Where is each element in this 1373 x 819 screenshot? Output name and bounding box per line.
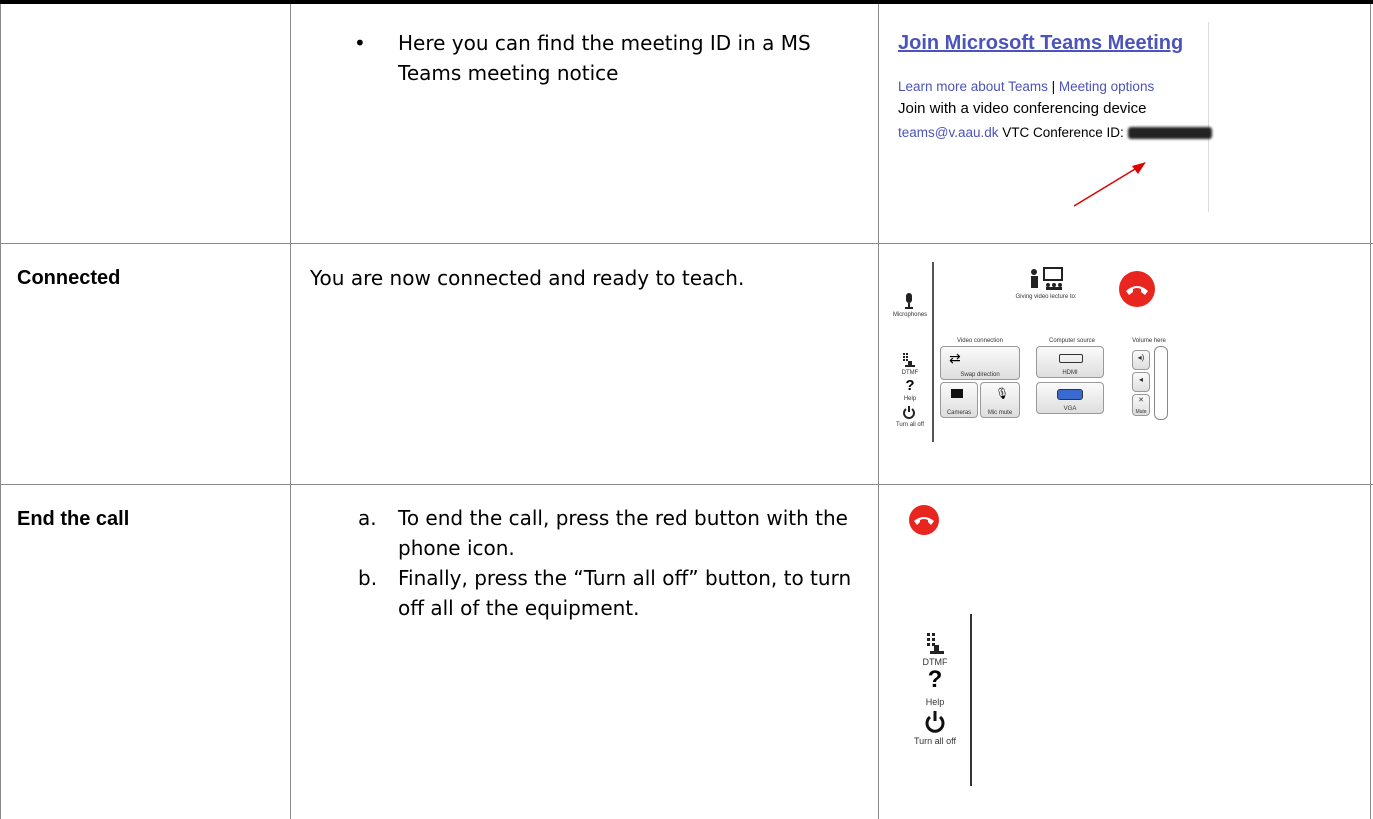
panel-divider — [932, 262, 934, 442]
row-label-end-call: End the call — [17, 508, 130, 530]
turn-all-off-label: Turn all off — [895, 422, 924, 428]
power-icon[interactable] — [924, 710, 946, 734]
teams-join-link[interactable]: Join Microsoft Teams Meeting — [898, 32, 1183, 55]
dtmf-keypad-icon[interactable] — [902, 352, 916, 368]
teams-links-line: Learn more about Teams | Meeting options — [898, 76, 1154, 98]
computer-source-label: Computer source — [1048, 338, 1096, 344]
volume-up-button[interactable]: ◂) — [1132, 350, 1150, 370]
help-icon[interactable]: ? — [910, 666, 960, 694]
step-b-text: Finally, press the “Turn all off” button… — [398, 566, 852, 620]
table-row-divider-1 — [0, 243, 1373, 244]
microphones-label: Microphones — [892, 312, 928, 318]
help-label: Help — [925, 697, 945, 707]
conference-id-line: teams@v.aau.dk VTC Conference ID: — [898, 122, 1212, 144]
table-row-divider-2 — [0, 484, 1373, 485]
hdmi-button[interactable]: HDMI — [1036, 346, 1104, 378]
link-separator: | — [1051, 79, 1056, 94]
help-label: Help — [903, 396, 917, 402]
teams-email-link[interactable]: teams@v.aau.dk — [898, 125, 999, 140]
table-border-right — [1370, 4, 1371, 819]
side-panel-divider — [970, 614, 972, 786]
step-a-marker: a. — [358, 506, 377, 530]
dtmf-keypad-icon[interactable] — [925, 632, 945, 656]
connected-text: You are now connected and ready to teach… — [310, 266, 745, 290]
redacted-id — [1127, 127, 1212, 140]
row-label-connected: Connected — [17, 267, 121, 289]
table-top-border — [0, 0, 1373, 4]
help-icon[interactable]: ? — [888, 377, 932, 394]
conference-id-label: VTC Conference ID: — [1002, 125, 1124, 140]
table-column-divider-2 — [878, 4, 879, 819]
giving-label: Giving video lecture to: — [1015, 294, 1077, 300]
video-connection-label: Video connection — [957, 338, 1003, 344]
turn-all-off-label: Turn all off — [913, 736, 957, 746]
step-a-text: To end the call, press the red button wi… — [398, 506, 848, 560]
hang-up-icon[interactable] — [908, 504, 940, 536]
mute-button[interactable]: ✕ Mute — [1132, 394, 1150, 416]
meeting-options-link[interactable]: Meeting options — [1059, 79, 1154, 94]
table-border-left — [0, 4, 1, 819]
microphone-icon[interactable] — [902, 292, 916, 310]
volume-down-button[interactable]: ◂ — [1132, 372, 1150, 392]
join-device-line: Join with a video conferencing device — [898, 100, 1147, 117]
swap-direction-button[interactable]: ⇄ Swap direction — [940, 346, 1020, 380]
bullet-dot: • — [354, 31, 366, 55]
power-icon[interactable] — [902, 405, 916, 419]
cameras-button[interactable]: Cameras — [940, 382, 978, 418]
red-arrow-icon — [1073, 162, 1146, 207]
dtmf-label: DTMF — [901, 370, 919, 376]
vga-button[interactable]: VGA — [1036, 382, 1104, 414]
table-column-divider-1 — [290, 4, 291, 819]
hang-up-button[interactable] — [1118, 270, 1156, 308]
teams-notice: Join Microsoft Teams Meeting Learn more … — [888, 22, 1212, 212]
step-b-marker: b. — [358, 566, 378, 590]
control-panel: Microphones DTMF ? Help Turn all off Giv… — [888, 262, 1188, 442]
volume-label: Volume here — [1132, 338, 1166, 344]
bullet-text: Here you can find the meeting ID in a MS… — [398, 31, 811, 85]
learn-more-link[interactable]: Learn more about Teams — [898, 79, 1048, 94]
lecture-icon — [1031, 267, 1063, 290]
mic-mute-button[interactable]: 🎙 Mic mute — [980, 382, 1020, 418]
volume-slider[interactable] — [1154, 346, 1168, 420]
